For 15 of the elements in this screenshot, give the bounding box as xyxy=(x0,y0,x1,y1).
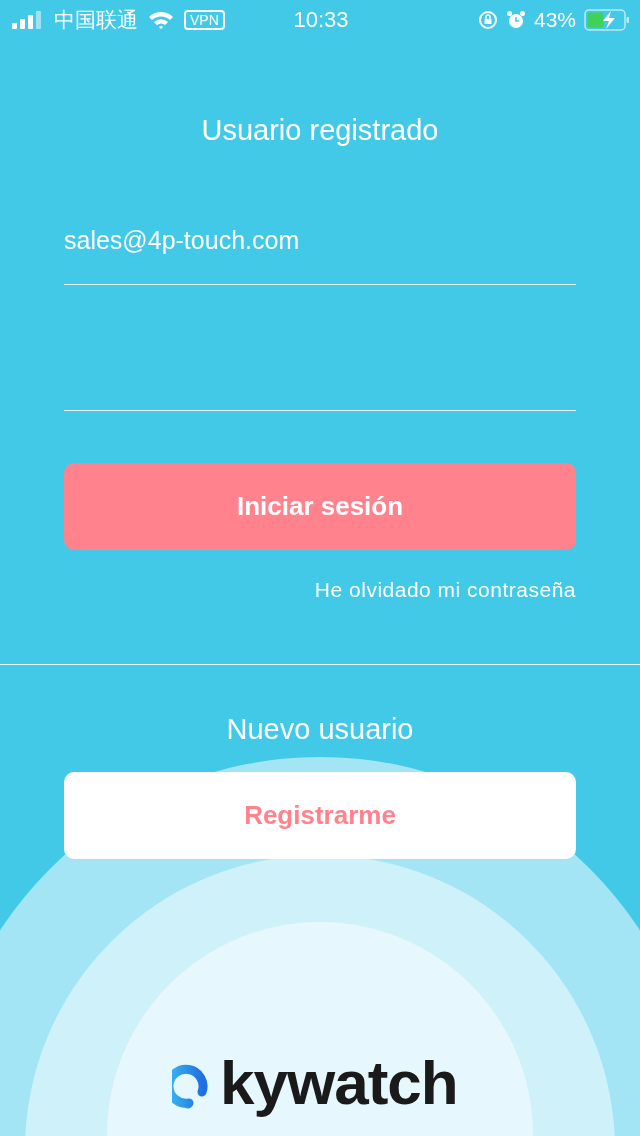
forgot-password-link[interactable]: He olvidado mi contraseña xyxy=(314,578,576,602)
clock-time: 10:33 xyxy=(293,7,349,33)
section-title: Usuario registrado xyxy=(200,114,440,147)
login-button[interactable]: Iniciar sesión xyxy=(64,463,576,550)
email-field[interactable]: sales@4p-touch.com xyxy=(64,185,576,285)
signal-icon xyxy=(12,11,44,29)
vpn-badge: VPN xyxy=(184,10,225,30)
rotation-lock-icon xyxy=(477,10,498,30)
battery-charging-icon xyxy=(584,9,630,31)
section-title: Nuevo usuario xyxy=(225,713,415,746)
carrier-name: 中国联通 xyxy=(54,7,138,33)
wifi-icon xyxy=(148,10,174,30)
alarm-clock-icon xyxy=(505,10,526,30)
battery-percent: 43% xyxy=(533,8,576,32)
register-button[interactable]: Registrarme xyxy=(64,772,576,859)
